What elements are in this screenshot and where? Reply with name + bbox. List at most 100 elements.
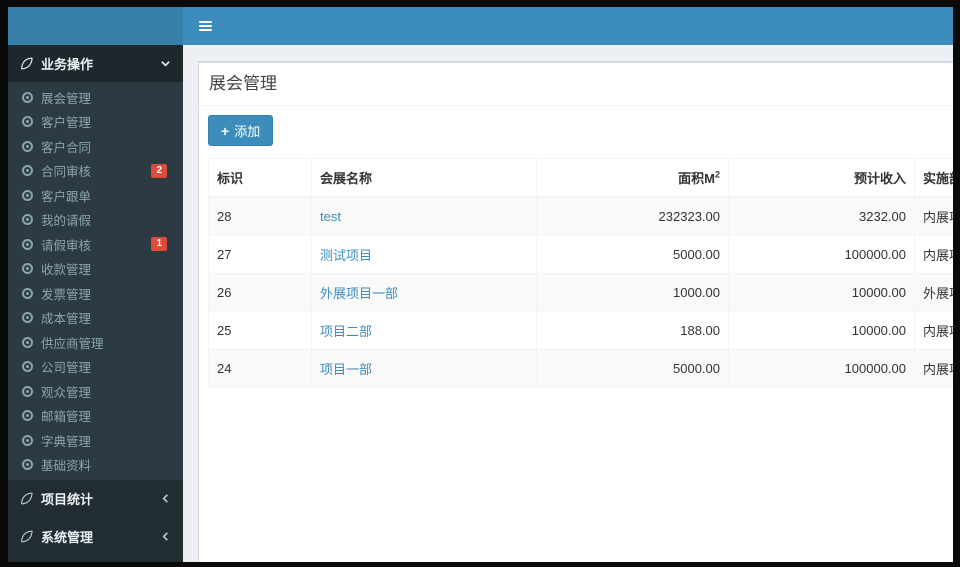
cell-dept: 外展项目 — [914, 273, 953, 312]
chevron-left-icon — [162, 532, 168, 541]
sidebar-item-exhibition-mgmt[interactable]: 展会管理 — [8, 85, 183, 110]
cell-name: 项目二部 — [311, 311, 537, 350]
cell-area: 5000.00 — [536, 235, 729, 274]
cell-income: 100000.00 — [728, 349, 915, 388]
cell-area: 188.00 — [536, 311, 729, 350]
circle-icon — [22, 459, 33, 471]
sidebar-section-system-mgmt[interactable]: 系统管理 — [8, 518, 183, 555]
exhibition-box: 展会管理 + 添加 标识 会展名称 面积M2 预计收入 实施 28 test 2… — [198, 61, 953, 562]
table-row: 28 test 232323.00 3232.00 内展项目 — [208, 196, 953, 236]
exhibition-link[interactable]: 项目二部 — [320, 324, 372, 339]
sidebar-item-cost-mgmt[interactable]: 成本管理 — [8, 306, 183, 331]
sidebar-section-label: 业务操作 — [41, 57, 94, 72]
sidebar-item-company-mgmt[interactable]: 公司管理 — [8, 355, 183, 380]
sidebar-item-basic-data[interactable]: 基础资料 — [8, 453, 183, 478]
leaf-icon — [21, 492, 33, 505]
circle-icon — [22, 140, 33, 152]
circle-icon — [22, 287, 33, 299]
cell-income: 10000.00 — [728, 311, 915, 350]
exhibition-link[interactable]: test — [320, 209, 341, 224]
sidebar-item-customer-contract[interactable]: 客户合同 — [8, 134, 183, 159]
cell-area: 1000.00 — [536, 273, 729, 312]
circle-icon — [22, 165, 33, 177]
cell-name: test — [311, 196, 537, 236]
circle-icon — [22, 385, 33, 397]
cell-id: 28 — [208, 196, 312, 236]
sidebar-item-audience-mgmt[interactable]: 观众管理 — [8, 379, 183, 404]
top-navbar — [183, 7, 953, 45]
sidebar-item-mailbox-mgmt[interactable]: 邮箱管理 — [8, 404, 183, 429]
content-area: 展会管理 + 添加 标识 会展名称 面积M2 预计收入 实施 28 test 2… — [183, 45, 953, 562]
column-header-id: 标识 — [208, 158, 312, 198]
column-header-dept: 实施部门 — [914, 158, 953, 198]
add-button-label: 添加 — [234, 124, 261, 139]
page-title: 展会管理 — [209, 74, 277, 93]
circle-icon — [22, 189, 33, 201]
cell-income: 100000.00 — [728, 235, 915, 274]
sidebar-item-dictionary-mgmt[interactable]: 字典管理 — [8, 428, 183, 453]
column-header-area: 面积M2 — [536, 158, 729, 198]
cell-area: 5000.00 — [536, 349, 729, 388]
cell-dept: 内展项目 — [914, 311, 953, 350]
leaf-icon — [21, 57, 33, 70]
cell-id: 25 — [208, 311, 312, 350]
cell-name: 测试项目 — [311, 235, 537, 274]
cell-id: 26 — [208, 273, 312, 312]
table-row: 26 外展项目一部 1000.00 10000.00 外展项目 — [208, 273, 953, 312]
cell-id: 27 — [208, 235, 312, 274]
exhibition-link[interactable]: 外展项目一部 — [320, 286, 398, 301]
table-row: 24 项目一部 5000.00 100000.00 内展项目 — [208, 349, 953, 388]
column-header-income: 预计收入 — [728, 158, 915, 198]
sidebar-section-label: 项目统计 — [41, 492, 94, 507]
cell-dept: 内展项目 — [914, 349, 953, 388]
sidebar-item-customer-followup[interactable]: 客户跟单 — [8, 183, 183, 208]
circle-icon — [22, 263, 33, 275]
sidebar-item-my-leave[interactable]: 我的请假 — [8, 208, 183, 233]
sidebar-section-business[interactable]: 业务操作 — [8, 45, 183, 82]
cell-name: 项目一部 — [311, 349, 537, 388]
exhibition-link[interactable]: 测试项目 — [320, 248, 372, 263]
sidebar-item-contract-review[interactable]: 合同审核 2 — [8, 159, 183, 184]
table-header-row: 标识 会展名称 面积M2 预计收入 实施部门 — [208, 158, 953, 198]
sidebar-item-supplier-mgmt[interactable]: 供应商管理 — [8, 330, 183, 355]
sidebar-item-payment-mgmt[interactable]: 收款管理 — [8, 257, 183, 282]
leaf-icon — [21, 530, 33, 543]
sidebar-section-label: 系统管理 — [41, 530, 94, 545]
sidebar-item-invoice-mgmt[interactable]: 发票管理 — [8, 281, 183, 306]
contract-review-badge: 2 — [151, 163, 167, 178]
cell-dept: 内展项目 — [914, 196, 953, 236]
circle-icon — [22, 336, 33, 348]
sidebar-toggle-button[interactable] — [183, 7, 227, 45]
sidebar-item-leave-review[interactable]: 请假审核 1 — [8, 232, 183, 257]
cell-area: 232323.00 — [536, 196, 729, 236]
cell-name: 外展项目一部 — [311, 273, 537, 312]
cell-income: 3232.00 — [728, 196, 915, 236]
box-body: + 添加 标识 会展名称 面积M2 预计收入 实施部门 — [199, 106, 953, 398]
circle-icon — [22, 91, 33, 103]
cell-dept: 内展项目 — [914, 235, 953, 274]
cell-income: 10000.00 — [728, 273, 915, 312]
circle-icon — [22, 238, 33, 250]
add-button[interactable]: + 添加 — [208, 115, 274, 146]
sidebar-submenu: 展会管理 客户管理 客户合同 合同审核 2 客户跟单 我的请假 请假审核 1 收… — [8, 82, 183, 480]
circle-icon — [22, 434, 33, 446]
table-row: 25 项目二部 188.00 10000.00 内展项目 — [208, 311, 953, 350]
exhibitions-table: 标识 会展名称 面积M2 预计收入 实施部门 28 test 232323.00 — [208, 158, 953, 388]
circle-icon — [22, 116, 33, 128]
plus-icon: + — [221, 122, 230, 139]
leave-review-badge: 1 — [151, 237, 167, 252]
circle-icon — [22, 312, 33, 324]
circle-icon — [22, 410, 33, 422]
column-header-name: 会展名称 — [311, 158, 537, 198]
box-header: 展会管理 — [199, 63, 953, 106]
sidebar: 业务操作 展会管理 客户管理 客户合同 合同审核 2 客户跟单 我的请假 请假审… — [8, 45, 183, 562]
cell-id: 24 — [208, 349, 312, 388]
app-window: 业务操作 展会管理 客户管理 客户合同 合同审核 2 客户跟单 我的请假 请假审… — [8, 7, 953, 562]
exhibition-link[interactable]: 项目一部 — [320, 362, 372, 377]
table-row: 27 测试项目 5000.00 100000.00 内展项目 — [208, 235, 953, 274]
sidebar-item-customer-mgmt[interactable]: 客户管理 — [8, 110, 183, 135]
sidebar-section-project-stats[interactable]: 项目统计 — [8, 480, 183, 517]
logo-area — [8, 7, 183, 45]
chevron-down-icon — [161, 61, 170, 67]
chevron-left-icon — [162, 494, 168, 503]
